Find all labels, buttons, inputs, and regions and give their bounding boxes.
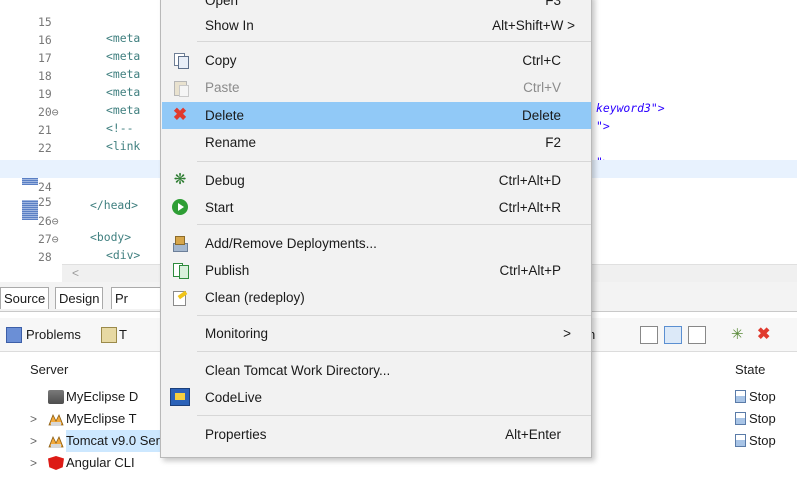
menu-item-properties[interactable]: Properties Alt+Enter xyxy=(162,421,591,448)
paste-icon xyxy=(172,79,189,97)
publish-icon xyxy=(172,262,189,279)
link-editor-icon[interactable] xyxy=(664,326,682,344)
menu-separator xyxy=(197,351,591,352)
problems-icon xyxy=(6,327,22,343)
menu-separator xyxy=(197,41,591,42)
delete-icon: ✖ xyxy=(172,105,188,124)
stopped-icon xyxy=(735,434,746,447)
menu-item-start[interactable]: Start Ctrl+Alt+R xyxy=(162,194,591,221)
angular-icon xyxy=(48,456,64,470)
menu-separator xyxy=(197,161,591,162)
tomcat-icon xyxy=(48,434,64,448)
clean-icon xyxy=(172,289,188,306)
tab-source[interactable]: Source xyxy=(0,287,50,309)
expand-arrow-icon[interactable]: > xyxy=(30,452,37,474)
menu-item-debug[interactable]: ❋ Debug Ctrl+Alt+D xyxy=(162,167,591,194)
tab-preview[interactable]: Pr xyxy=(111,287,161,309)
menu-item-copy[interactable]: Copy Ctrl+C xyxy=(162,47,591,74)
menu-item-rename[interactable]: Rename F2 xyxy=(162,129,591,156)
tab-design[interactable]: Design xyxy=(55,287,104,309)
submenu-arrow-icon: > xyxy=(563,326,571,341)
menu-item-add-remove-deployments[interactable]: Add/Remove Deployments... xyxy=(162,230,591,257)
new-server-icon[interactable]: ✳ xyxy=(731,327,747,343)
debug-icon: ❋ xyxy=(173,171,187,188)
codelive-icon xyxy=(170,388,190,406)
menu-item-monitoring[interactable]: Monitoring > xyxy=(162,320,591,347)
menu-item-delete[interactable]: ✖ Delete Delete xyxy=(162,102,591,129)
tomcat-icon xyxy=(48,412,64,426)
menu-item-clean-tomcat-work-directory[interactable]: Clean Tomcat Work Directory... xyxy=(162,357,591,384)
context-menu: Open F3 Show In Alt+Shift+W > Copy Ctrl+… xyxy=(160,0,592,458)
expand-arrow-icon[interactable]: > xyxy=(30,430,37,452)
collapse-all-icon[interactable] xyxy=(640,326,658,344)
tab-problems[interactable]: Problems xyxy=(26,327,81,342)
stopped-icon xyxy=(735,412,746,425)
menu-item-clean-redeploy[interactable]: Clean (redeploy) xyxy=(162,284,591,311)
server-icon xyxy=(48,390,64,404)
menu-item-show-in[interactable]: Show In Alt+Shift+W > xyxy=(162,12,591,39)
column-header-state[interactable]: State xyxy=(735,362,765,377)
start-icon xyxy=(172,199,188,215)
stopped-icon xyxy=(735,390,746,403)
scroll-left-arrow-icon[interactable]: < xyxy=(72,266,79,280)
expand-arrow-icon[interactable]: > xyxy=(30,408,37,430)
menu-separator xyxy=(197,415,591,416)
menu-item-paste[interactable]: Paste Ctrl+V xyxy=(162,74,591,101)
column-header-server[interactable]: Server xyxy=(30,362,68,377)
copy-icon xyxy=(172,52,189,69)
tasks-icon xyxy=(101,327,117,343)
remove-server-icon[interactable]: ✖ xyxy=(757,327,773,343)
menu-item-codelive[interactable]: CodeLive xyxy=(162,384,591,411)
expand-all-icon[interactable] xyxy=(688,326,706,344)
menu-item-publish[interactable]: Publish Ctrl+Alt+P xyxy=(162,257,591,284)
deployments-icon xyxy=(172,235,188,252)
menu-separator xyxy=(197,315,591,316)
menu-separator xyxy=(197,224,591,225)
tab-second[interactable]: T xyxy=(119,327,127,342)
